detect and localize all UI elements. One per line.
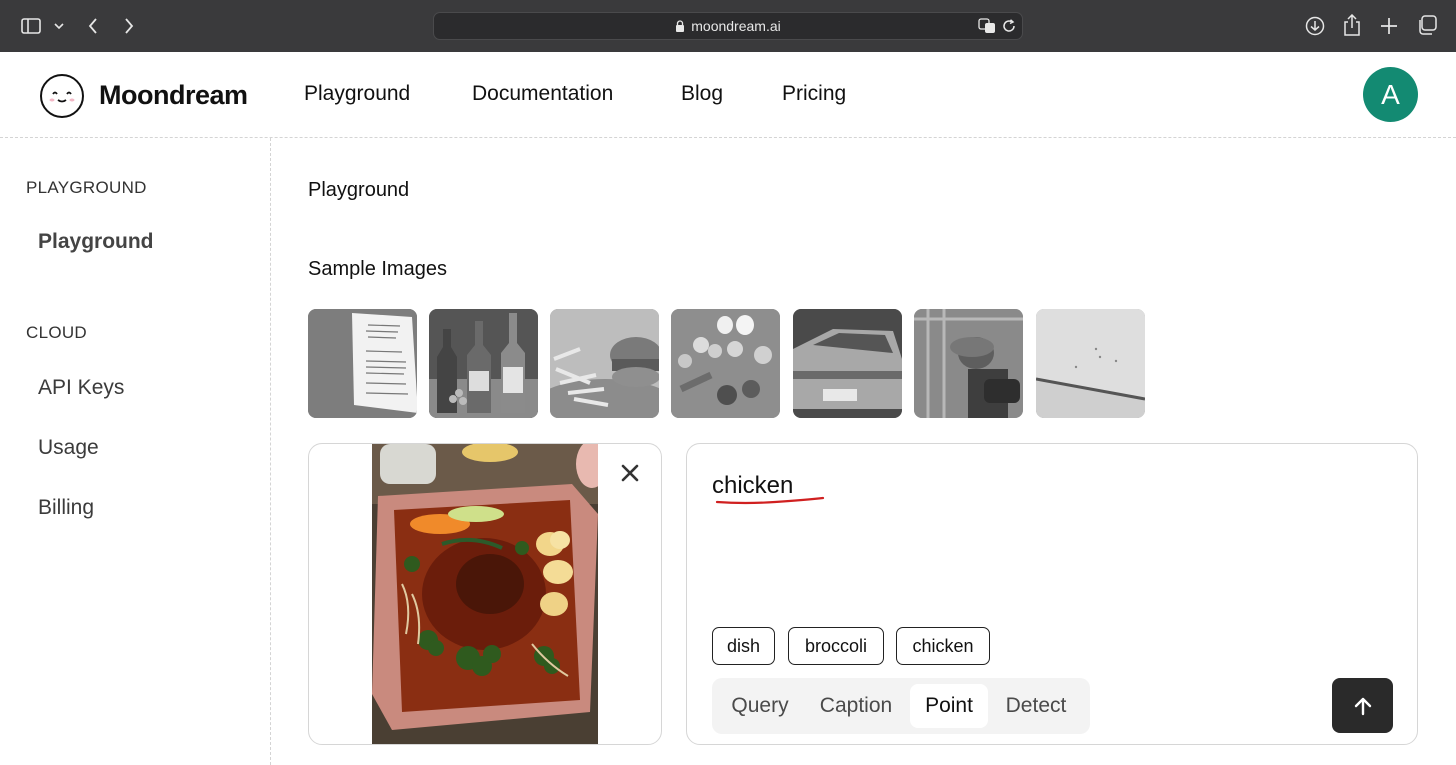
selected-food-image [372, 444, 598, 744]
sample-image-white-surface[interactable] [1036, 309, 1145, 418]
sidebar: PLAYGROUND Playground CLOUD API Keys Usa… [0, 138, 271, 765]
sample-image-delorean-car[interactable] [793, 309, 902, 418]
sidebar-item-api-keys[interactable]: API Keys [38, 376, 124, 400]
sample-image-worker[interactable] [914, 309, 1023, 418]
query-panel: chicken dish broccoli chicken Query Capt… [686, 443, 1418, 745]
sample-image-burger-fries[interactable] [550, 309, 659, 418]
nav-blog[interactable]: Blog [681, 82, 723, 106]
sidebar-item-billing[interactable]: Billing [38, 496, 94, 520]
sample-image-vegetables[interactable] [671, 309, 780, 418]
site-header: Moondream Playground Documentation Blog … [0, 52, 1456, 138]
moondream-logo[interactable] [40, 74, 84, 118]
sidebar-item-playground[interactable]: Playground [38, 230, 154, 254]
page-title: Playground [308, 179, 410, 201]
sample-image-wine-bottles[interactable] [429, 309, 538, 418]
nav-pricing[interactable]: Pricing [782, 82, 846, 106]
sample-image-receipt[interactable] [308, 309, 417, 418]
chevron-down-icon[interactable] [52, 18, 66, 34]
tabs-overview-icon[interactable] [1416, 14, 1438, 36]
submit-button[interactable] [1332, 678, 1393, 733]
suggestion-chip-chicken[interactable]: chicken [896, 627, 990, 665]
suggestion-chip-broccoli[interactable]: broccoli [788, 627, 884, 665]
sidebar-item-usage[interactable]: Usage [38, 436, 99, 460]
back-icon[interactable] [84, 14, 102, 38]
translate-icon[interactable] [978, 18, 996, 37]
reload-icon[interactable] [1002, 19, 1016, 36]
lock-icon [676, 20, 685, 32]
nav-documentation[interactable]: Documentation [472, 82, 613, 106]
selected-image-card [308, 443, 662, 745]
browser-toolbar: moondream.ai [0, 0, 1456, 52]
brand-name[interactable]: Moondream [99, 80, 248, 111]
tab-detect[interactable]: Detect [994, 684, 1078, 728]
url-text: moondream.ai [691, 18, 781, 34]
nav-playground[interactable]: Playground [304, 82, 410, 106]
sidebar-section-cloud: CLOUD [26, 323, 88, 342]
suggestion-chip-dish[interactable]: dish [712, 627, 775, 665]
download-icon[interactable] [1304, 15, 1326, 37]
sidebar-section-playground: PLAYGROUND [26, 178, 147, 197]
new-tab-icon[interactable] [1378, 15, 1400, 37]
tab-point[interactable]: Point [910, 684, 988, 728]
mode-switcher: Query Caption Point Detect [712, 678, 1090, 734]
avatar[interactable]: A [1363, 67, 1418, 122]
address-bar[interactable]: moondream.ai [433, 12, 1023, 40]
tab-query[interactable]: Query [718, 684, 802, 728]
spellcheck-underline [715, 496, 825, 505]
tab-caption[interactable]: Caption [808, 684, 904, 728]
sidebar-toggle-icon[interactable] [20, 16, 42, 36]
sample-images-heading: Sample Images [308, 258, 447, 280]
arrow-up-icon [1354, 697, 1371, 715]
close-icon[interactable] [617, 460, 643, 486]
share-icon[interactable] [1341, 13, 1363, 37]
forward-icon[interactable] [120, 14, 138, 38]
